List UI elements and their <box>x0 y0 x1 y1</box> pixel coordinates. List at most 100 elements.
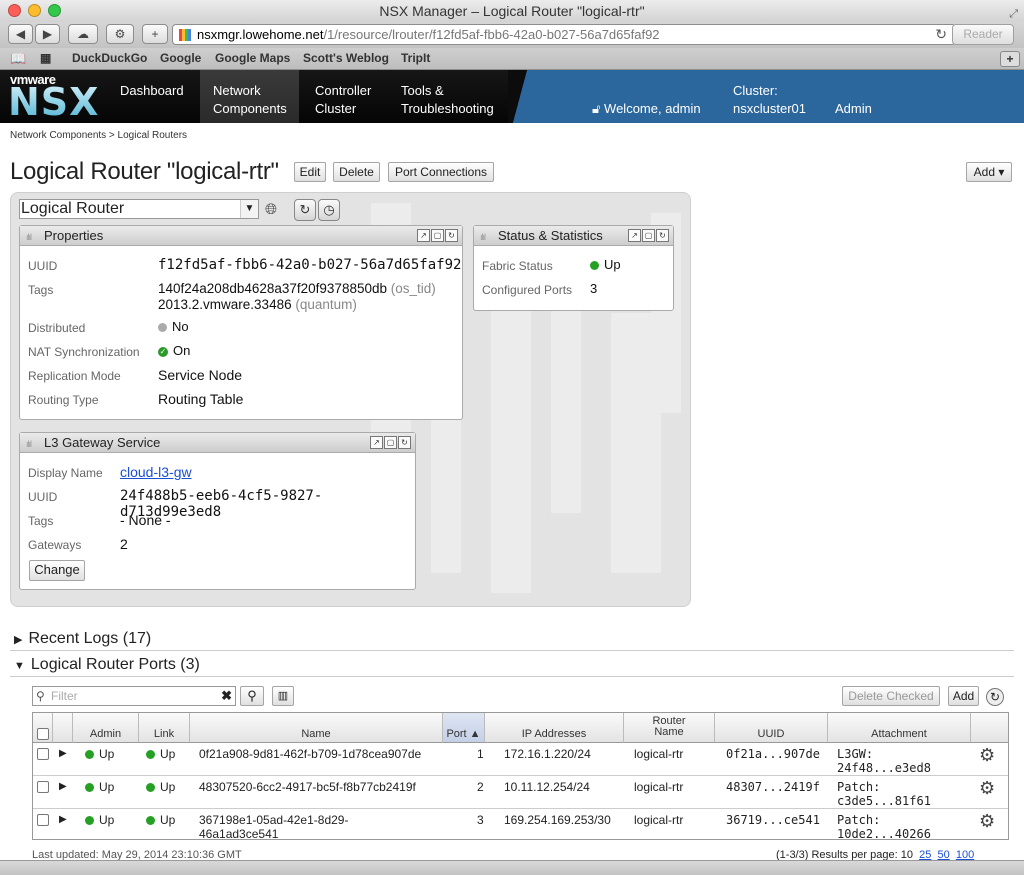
filter-input[interactable]: ⚲ Filter ✖ <box>32 686 236 706</box>
l3-widget-header[interactable]: ılıl L3 Gateway Service ↗ ▢ ↻ <box>20 433 415 453</box>
router-ports-toggle[interactable]: ▼ Logical Router Ports (3) <box>14 656 200 674</box>
add-bookmark-button[interactable]: + <box>1000 51 1020 67</box>
drag-grip-icon[interactable]: ılıl <box>26 228 44 247</box>
add-label: Add <box>973 165 995 179</box>
status-widget-header[interactable]: ılıl Status & Statistics ↗ ▢ ↻ <box>474 226 673 246</box>
bookmark-item[interactable]: DuckDuckGo <box>72 51 147 65</box>
popout-icon[interactable]: ↗ <box>628 229 641 242</box>
refresh-icon[interactable]: ↻ <box>656 229 669 242</box>
address-bar[interactable]: nsxmgr.lowehome.net/1/resource/lrouter/f… <box>172 24 956 45</box>
cluster-selector[interactable]: Cluster: nsxcluster01 <box>733 70 806 123</box>
bookmark-item[interactable]: TripIt <box>401 51 430 65</box>
col-name[interactable]: Name <box>190 713 443 743</box>
widget-controls: ↗ ▢ ↻ <box>417 229 458 242</box>
forward-button[interactable]: ▶ <box>35 24 60 44</box>
refresh-icon[interactable]: ↻ <box>986 688 1004 706</box>
back-button[interactable]: ◀ <box>8 24 33 44</box>
refresh-icon[interactable]: ↻ <box>398 436 411 449</box>
refresh-button[interactable]: ↻ <box>294 199 316 221</box>
add-port-button[interactable]: Add <box>948 686 979 706</box>
nav-network-components[interactable]: Network Components <box>200 70 299 123</box>
drag-grip-icon[interactable]: ılıl <box>480 228 498 247</box>
reader-button[interactable]: Reader <box>952 24 1014 45</box>
nav-label-line1: Network <box>213 83 261 98</box>
col-router-name[interactable]: Router Name <box>624 713 715 743</box>
nav-label-line1: Tools & <box>401 83 444 98</box>
gateway-service-link[interactable]: cloud-l3-gw <box>120 464 192 480</box>
maximize-icon[interactable]: ▢ <box>384 436 397 449</box>
col-link[interactable]: Link <box>139 713 190 743</box>
top-sites-icon[interactable]: ▦ <box>40 51 51 65</box>
welcome-text: Welcome, admin <box>604 101 701 116</box>
edit-button[interactable]: Edit <box>294 162 326 182</box>
triangle-right-icon: ▶ <box>14 634 23 646</box>
port-name-line2: 46a1ad3ce541 <box>199 827 279 841</box>
minimize-window-button[interactable] <box>28 4 41 17</box>
gear-icon[interactable]: ⚙ <box>979 811 995 832</box>
globe-icon[interactable]: 🌐︎ <box>265 201 277 218</box>
column-chooser-icon[interactable]: ▥ <box>272 686 294 706</box>
new-tab-button[interactable]: + <box>142 24 168 44</box>
site-favicon-icon <box>179 29 191 41</box>
add-menu-button[interactable]: Add ▾ <box>966 162 1012 182</box>
port-number: 1 <box>477 747 484 761</box>
table-row[interactable]: ▶ Up Up 367198e1-05ad-42e1-8d29- 46a1ad3c… <box>33 809 1008 842</box>
popout-icon[interactable]: ↗ <box>370 436 383 449</box>
col-ip-addresses[interactable]: IP Addresses <box>485 713 624 743</box>
url-host: nsxmgr.lowehome.net <box>197 27 324 42</box>
bookmark-item[interactable]: Google Maps <box>215 51 290 65</box>
expand-row-icon[interactable]: ▶ <box>59 814 67 825</box>
nav-dashboard[interactable]: Dashboard <box>110 70 194 123</box>
routing-value: Routing Table <box>158 391 244 407</box>
delete-checked-button[interactable]: Delete Checked <box>842 686 940 706</box>
row-checkbox[interactable] <box>37 814 49 829</box>
select-all-header[interactable] <box>33 713 53 743</box>
port-uuid: 36719...ce541 <box>726 813 820 827</box>
gateways-label: Gateways <box>28 538 82 552</box>
advanced-search-button[interactable]: ⚲ <box>240 686 264 706</box>
drag-grip-icon[interactable]: ılıl <box>26 435 44 454</box>
reading-list-icon[interactable]: 📖 <box>10 51 26 67</box>
view-select[interactable]: Logical Router ▼ <box>19 199 259 219</box>
table-row[interactable]: ▶ Up Up 0f21a908-9d81-462f-b709-1d78cea9… <box>33 743 1008 776</box>
gear-icon[interactable]: ⚙ <box>979 745 995 766</box>
port-connections-button[interactable]: Port Connections <box>388 162 494 182</box>
icloud-tabs-icon[interactable]: ☁ <box>68 24 98 44</box>
nav-controller-cluster[interactable]: Controller Cluster <box>315 70 371 123</box>
nav-tools-troubleshooting[interactable]: Tools & Troubleshooting <box>401 70 494 123</box>
maximize-icon[interactable]: ▢ <box>642 229 655 242</box>
expand-header <box>53 713 73 743</box>
port-name: 0f21a908-9d81-462f-b709-1d78cea907de <box>199 747 422 761</box>
row-checkbox[interactable] <box>37 748 49 763</box>
maximize-icon[interactable]: ▢ <box>431 229 444 242</box>
window-controls <box>8 4 61 17</box>
table-row[interactable]: ▶ Up Up 48307520-6cc2-4917-bc5f-f8b77cb2… <box>33 776 1008 809</box>
gear-icon[interactable]: ⚙ <box>979 778 995 799</box>
welcome-user[interactable]: 🔓︎ Welcome, admin <box>592 70 701 123</box>
col-admin[interactable]: Admin <box>73 713 139 743</box>
admin-menu[interactable]: Admin <box>835 70 872 123</box>
expand-row-icon[interactable]: ▶ <box>59 748 67 759</box>
tools-icon[interactable]: ⚙ <box>106 24 134 44</box>
reload-icon[interactable]: ↻ <box>935 25 947 44</box>
row-checkbox[interactable] <box>37 781 49 796</box>
col-uuid[interactable]: UUID <box>715 713 828 743</box>
popout-icon[interactable]: ↗ <box>417 229 430 242</box>
auto-refresh-timer-button[interactable]: ◷ <box>318 199 340 221</box>
refresh-icon[interactable]: ↻ <box>445 229 458 242</box>
clear-filter-icon[interactable]: ✖ <box>221 687 232 705</box>
select-all-checkbox[interactable] <box>36 728 49 740</box>
close-window-button[interactable] <box>8 4 21 17</box>
bookmark-item[interactable]: Google <box>160 51 201 65</box>
properties-widget-header[interactable]: ılıl Properties ↗ ▢ ↻ <box>20 226 462 246</box>
change-button[interactable]: Change <box>29 560 85 581</box>
bookmark-item[interactable]: Scott's Weblog <box>303 51 389 65</box>
delete-button[interactable]: Delete <box>333 162 380 182</box>
breadcrumb[interactable]: Network Components > Logical Routers <box>10 130 187 141</box>
expand-row-icon[interactable]: ▶ <box>59 781 67 792</box>
recent-logs-toggle[interactable]: ▶ Recent Logs (17) <box>14 630 151 648</box>
port-name-line1: 367198e1-05ad-42e1-8d29- <box>199 813 349 827</box>
col-attachment[interactable]: Attachment <box>828 713 971 743</box>
col-port[interactable]: Port ▲ <box>443 713 485 743</box>
zoom-window-button[interactable] <box>48 4 61 17</box>
